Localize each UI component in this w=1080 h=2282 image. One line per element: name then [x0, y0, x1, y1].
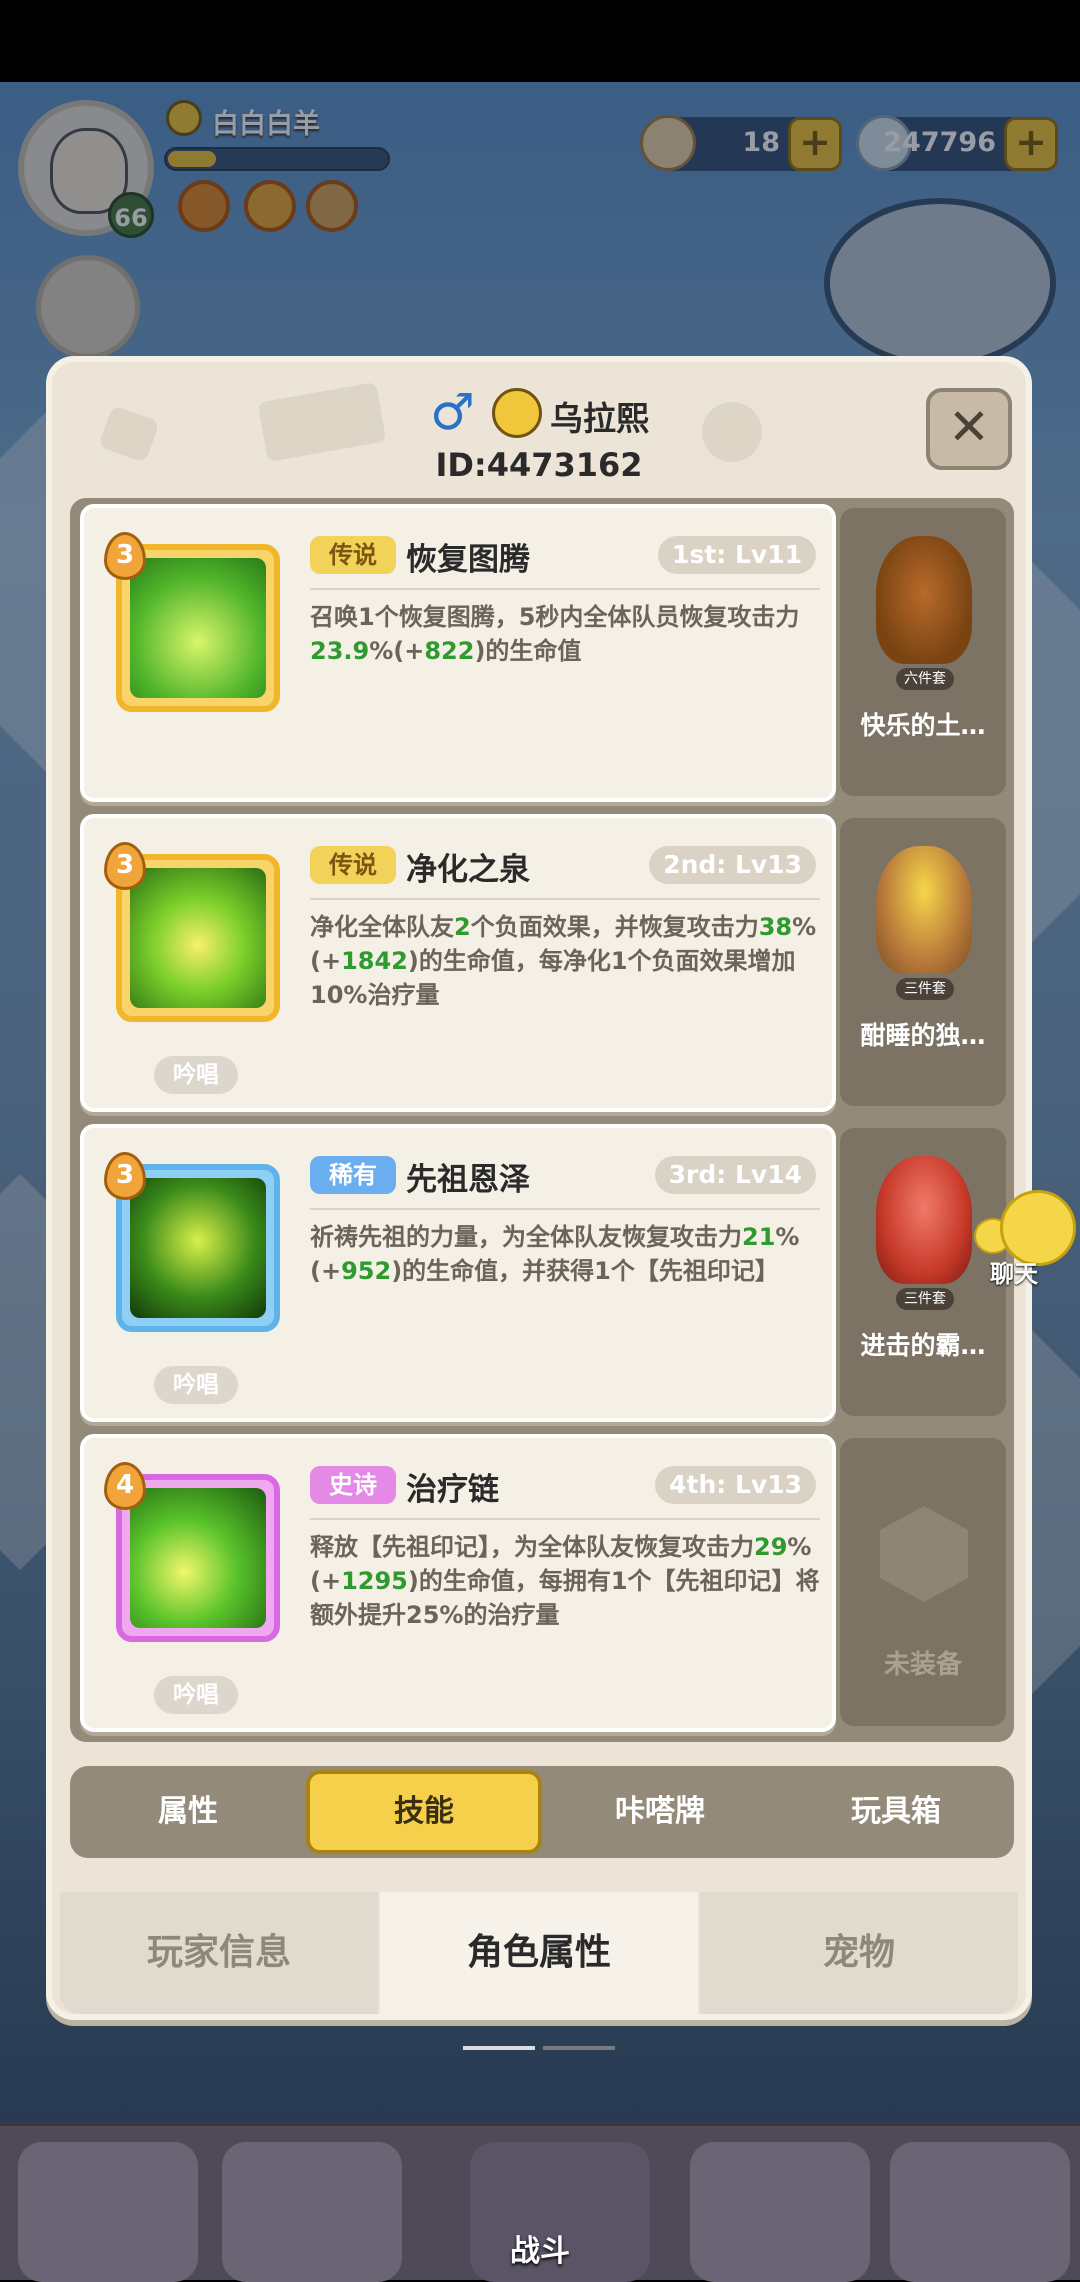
divider — [310, 588, 820, 590]
main-tab-bar: 玩家信息 角色属性 宠物 — [60, 1892, 1018, 2014]
toy-slot-empty[interactable]: 未装备 — [840, 1438, 1006, 1726]
skill-description: 净化全体队友2个负面效果，并恢复攻击力38%(+1842)的生命值，每净化1个负… — [310, 913, 817, 1009]
skill-description: 召唤1个恢复图腾，5秒内全体队员恢复攻击力23.9%(+822)的生命值 — [310, 603, 800, 665]
toy-figure — [876, 1156, 972, 1284]
divider — [310, 1208, 820, 1210]
skill-order-badge: 1st: Lv11 — [658, 536, 816, 574]
rarity-badge: 稀有 — [310, 1156, 396, 1194]
toy-slot[interactable]: 三件套 进击的霸… — [840, 1128, 1006, 1416]
skill-name: 净化之泉 — [406, 852, 530, 888]
rarity-badge: 史诗 — [310, 1466, 396, 1504]
skill-level-badge: 4 — [104, 1462, 146, 1510]
subtab-cards[interactable]: 咔嗒牌 — [542, 1766, 778, 1858]
skill-level-badge: 3 — [104, 1152, 146, 1200]
ancestor-icon — [130, 1178, 266, 1318]
toy-figure — [876, 536, 972, 664]
nav-toys-button[interactable] — [690, 2142, 870, 2282]
subtab-toybox[interactable]: 玩具箱 — [778, 1766, 1014, 1858]
character-info-panel: ♂ 乌拉熙 ID:4473162 ✕ 3 传说 恢复图腾 1st: Lv11 召… — [46, 356, 1032, 2020]
tab-player-info[interactable]: 玩家信息 — [60, 1892, 378, 2014]
totem-icon — [130, 558, 266, 698]
chant-tag: 吟唱 — [154, 1366, 238, 1404]
skill-card[interactable]: 3 传说 恢复图腾 1st: Lv11 召唤1个恢复图腾，5秒内全体队员恢复攻击… — [80, 504, 836, 802]
skill-description: 祈祷先祖的力量，为全体队友恢复攻击力21%(+952)的生命值，并获得1个【先祖… — [310, 1223, 800, 1285]
toy-slot[interactable]: 六件套 快乐的土… — [840, 508, 1006, 796]
rarity-badge: 传说 — [310, 846, 396, 884]
nav-pets-button[interactable] — [18, 2142, 198, 2282]
nav-cards-button[interactable] — [890, 2142, 1070, 2282]
toy-slot[interactable]: 三件套 酣睡的独… — [840, 818, 1006, 1106]
divider — [310, 898, 820, 900]
skill-level-badge: 3 — [104, 842, 146, 890]
chant-tag: 吟唱 — [154, 1056, 238, 1094]
skill-order-badge: 4th: Lv13 — [655, 1466, 816, 1504]
chain-icon — [130, 1488, 266, 1628]
empty-slot-label: 未装备 — [883, 1650, 962, 1680]
skill-card[interactable]: 3 传说 净化之泉 2nd: Lv13 净化全体队友2个负面效果，并恢复攻击力3… — [80, 814, 836, 1112]
fight-label: 战斗 — [510, 2234, 570, 2269]
skill-card[interactable]: 4 史诗 治疗链 4th: Lv13 释放【先祖印记】，为全体队友恢复攻击力29… — [80, 1434, 836, 1732]
skill-name: 治疗链 — [406, 1472, 499, 1508]
skill-name: 恢复图腾 — [406, 542, 530, 578]
toy-set-badge: 三件套 — [896, 978, 954, 1000]
skill-list[interactable]: 3 传说 恢复图腾 1st: Lv11 召唤1个恢复图腾，5秒内全体队员恢复攻击… — [70, 498, 1014, 1742]
character-id: ID:4473162 — [435, 446, 643, 484]
chant-tag: 吟唱 — [154, 1676, 238, 1714]
skill-card[interactable]: 3 稀有 先祖恩泽 3rd: Lv14 祈祷先祖的力量，为全体队友恢复攻击力21… — [80, 1124, 836, 1422]
toy-name: 快乐的土… — [860, 711, 986, 740]
character-name: 乌拉熙 — [550, 399, 649, 438]
chat-label: 聊天 — [990, 1260, 1038, 1288]
toy-set-badge: 三件套 — [896, 1288, 954, 1310]
skill-name: 先祖恩泽 — [406, 1162, 530, 1198]
toy-name: 酣睡的独… — [860, 1021, 986, 1050]
toy-figure — [876, 846, 972, 974]
empty-slot-icon — [880, 1506, 968, 1602]
divider — [310, 1518, 820, 1520]
close-button[interactable]: ✕ — [926, 388, 1012, 470]
sub-tab-bar: 属性 技能 咔嗒牌 玩具箱 — [70, 1766, 1014, 1858]
toy-name: 进击的霸… — [860, 1331, 986, 1360]
skill-description: 释放【先祖印记】，为全体队友恢复攻击力29%(+1295)的生命值，每拥有1个【… — [310, 1533, 820, 1629]
page-indicator — [463, 2046, 615, 2050]
skill-order-badge: 3rd: Lv14 — [654, 1156, 816, 1194]
nav-characters-button[interactable] — [222, 2142, 402, 2282]
spring-icon — [130, 868, 266, 1008]
toy-set-badge: 六件套 — [896, 668, 954, 690]
skill-order-badge: 2nd: Lv13 — [649, 846, 816, 884]
skill-level-badge: 3 — [104, 532, 146, 580]
male-icon: ♂ — [430, 383, 475, 441]
emoji-icon — [492, 388, 542, 438]
close-icon: ✕ — [948, 398, 990, 456]
subtab-skills[interactable]: 技能 — [306, 1770, 542, 1854]
tab-pets[interactable]: 宠物 — [700, 1892, 1018, 2014]
rarity-badge: 传说 — [310, 536, 396, 574]
tab-character-attributes[interactable]: 角色属性 — [380, 1892, 698, 2014]
subtab-attributes[interactable]: 属性 — [70, 1766, 306, 1858]
